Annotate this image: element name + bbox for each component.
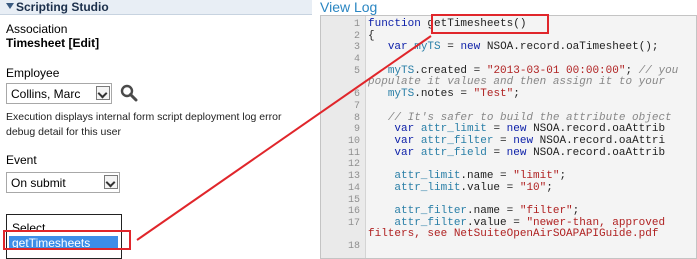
line-number: 5 <box>353 65 360 77</box>
line-number: 14 <box>347 182 360 194</box>
association-value-link[interactable]: Timesheet [Edit] <box>6 36 99 50</box>
employee-select[interactable]: Collins, Marc <box>6 83 112 104</box>
line-number: 13 <box>347 171 360 183</box>
line-number: 16 <box>347 206 360 218</box>
code-editor[interactable]: 1 2 3 4 5 6 7 8 9 10 11 12 13 14 15 16 17 18 function getT… <box>320 15 697 259</box>
highlight-box-function <box>3 230 131 250</box>
line-number: 17 <box>347 217 360 229</box>
code-line: var myTS = new NSOA.record.oaTimesheet()… <box>387 41 659 54</box>
panel-header[interactable]: Scripting Studio <box>0 0 312 15</box>
code-text[interactable]: function getTimesheets(){ var myTS = new… <box>368 18 696 258</box>
line-number: 9 <box>353 124 360 136</box>
panel-title: Scripting Studio <box>16 0 109 14</box>
event-label: Event <box>6 153 37 167</box>
collapse-arrow-icon[interactable] <box>6 3 14 9</box>
chevron-down-icon[interactable] <box>104 175 118 189</box>
search-icon[interactable] <box>120 84 138 102</box>
code-line: var attr_filter = new NSOA.record.oaAttr… <box>394 134 666 147</box>
scripting-studio-panel: Scripting Studio Association Timesheet [… <box>0 0 312 259</box>
event-select-value: On submit <box>11 176 66 190</box>
line-number: 12 <box>347 159 360 171</box>
line-number: 6 <box>353 89 360 101</box>
line-number: 4 <box>353 54 360 66</box>
code-line: var attr_field = new NSOA.record.oaAttri… <box>394 146 666 159</box>
highlight-box-function-name <box>431 14 549 34</box>
association-label: Association <box>6 22 68 36</box>
code-line: attr_limit.value = "10"; <box>394 181 553 194</box>
employee-select-value: Collins, Marc <box>11 87 81 101</box>
line-number: 10 <box>347 136 360 147</box>
line-number: 7 <box>353 100 360 112</box>
line-number: 1 <box>353 19 360 30</box>
line-number: 11 <box>347 147 360 159</box>
code-line: filters, see NetSuiteOpenAirSOAPAPIGuide… <box>368 228 659 241</box>
employee-label: Employee <box>6 66 60 80</box>
code-line: myTS.notes = "Test"; <box>387 88 520 101</box>
line-number: 2 <box>353 30 360 42</box>
execution-note: Execution displays internal form script … <box>6 111 282 138</box>
line-number: 18 <box>347 241 360 253</box>
line-number: 8 <box>353 112 360 124</box>
chevron-down-icon[interactable] <box>96 86 110 100</box>
line-number: 15 <box>347 194 360 206</box>
line-number: 3 <box>353 42 360 54</box>
event-select[interactable]: On submit <box>6 172 120 193</box>
view-log-link[interactable]: View Log <box>320 0 377 14</box>
